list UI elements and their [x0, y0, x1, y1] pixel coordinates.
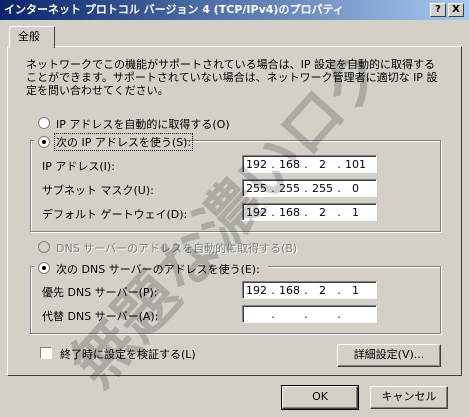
- preferred-dns-field[interactable]: 192. 168. 2. 1: [242, 281, 377, 299]
- octet: 192: [246, 205, 267, 219]
- octet: 255: [312, 181, 333, 195]
- dns-manual-label[interactable]: 次の DNS サーバーのアドレスを使う(E):: [56, 261, 260, 277]
- default-gateway-label: デフォルト ゲートウェイ(D):: [42, 208, 188, 221]
- dns-auto-label[interactable]: DNS サーバーのアドレスを自動的に取得する(B): [56, 240, 297, 256]
- octet: 192: [246, 157, 267, 171]
- cancel-button[interactable]: キャンセル: [370, 386, 448, 409]
- octet: 192: [246, 283, 267, 297]
- close-button[interactable]: X: [448, 3, 464, 17]
- tab-general[interactable]: 全般: [9, 26, 55, 48]
- octet: 101: [345, 157, 366, 171]
- help-button[interactable]: ?: [430, 3, 446, 17]
- ip-manual-radio[interactable]: [38, 136, 50, 148]
- ip-auto-label[interactable]: IP アドレスを自動的に取得する(O): [56, 116, 230, 132]
- octet: 1: [352, 283, 359, 297]
- ip-address-field[interactable]: 192. 168. 2. 101: [242, 155, 377, 173]
- ip-address-label: IP アドレス(I):: [42, 160, 115, 173]
- octet: 255: [279, 181, 300, 195]
- default-gateway-field[interactable]: 192. 168. 2. 1: [242, 203, 377, 221]
- window-title: インターネット プロトコル バージョン 4 (TCP/IPv4)のプロパティ: [4, 3, 344, 16]
- validate-label[interactable]: 終了時に設定を検証する(L): [60, 346, 196, 362]
- title-bar: インターネット プロトコル バージョン 4 (TCP/IPv4)のプロパティ: [0, 0, 469, 20]
- dot: .: [337, 307, 341, 321]
- dot: .: [271, 307, 275, 321]
- alternate-dns-label: 代替 DNS サーバー(A):: [42, 310, 159, 323]
- octet: 255: [246, 181, 267, 195]
- alternate-dns-field[interactable]: . . .: [242, 305, 377, 323]
- octet: 1: [352, 205, 359, 219]
- advanced-button[interactable]: 詳細設定(V)...: [337, 344, 441, 367]
- subnet-mask-field[interactable]: 255. 255. 255. 0: [242, 179, 377, 197]
- ok-button[interactable]: OK: [281, 385, 359, 410]
- dns-auto-radio[interactable]: [38, 241, 50, 253]
- octet: 168: [279, 283, 300, 297]
- octet: 168: [279, 205, 300, 219]
- octet: 2: [319, 157, 326, 171]
- octet: 2: [319, 205, 326, 219]
- validate-checkbox[interactable]: [40, 347, 52, 359]
- preferred-dns-label: 優先 DNS サーバー(P):: [42, 286, 158, 299]
- subnet-mask-label: サブネット マスク(U):: [42, 184, 154, 197]
- description-text: ネットワークでこの機能がサポートされている場合は、IP 設定を自動的に取得するこ…: [26, 58, 438, 97]
- octet: 2: [319, 283, 326, 297]
- tab-general-label: 全般: [18, 30, 40, 43]
- ip-manual-label[interactable]: 次の IP アドレスを使う(S):: [53, 133, 194, 151]
- ip-auto-radio[interactable]: [38, 117, 50, 129]
- octet: 168: [279, 157, 300, 171]
- dns-manual-radio[interactable]: [38, 262, 50, 274]
- dot: .: [304, 307, 308, 321]
- octet: 0: [352, 181, 359, 195]
